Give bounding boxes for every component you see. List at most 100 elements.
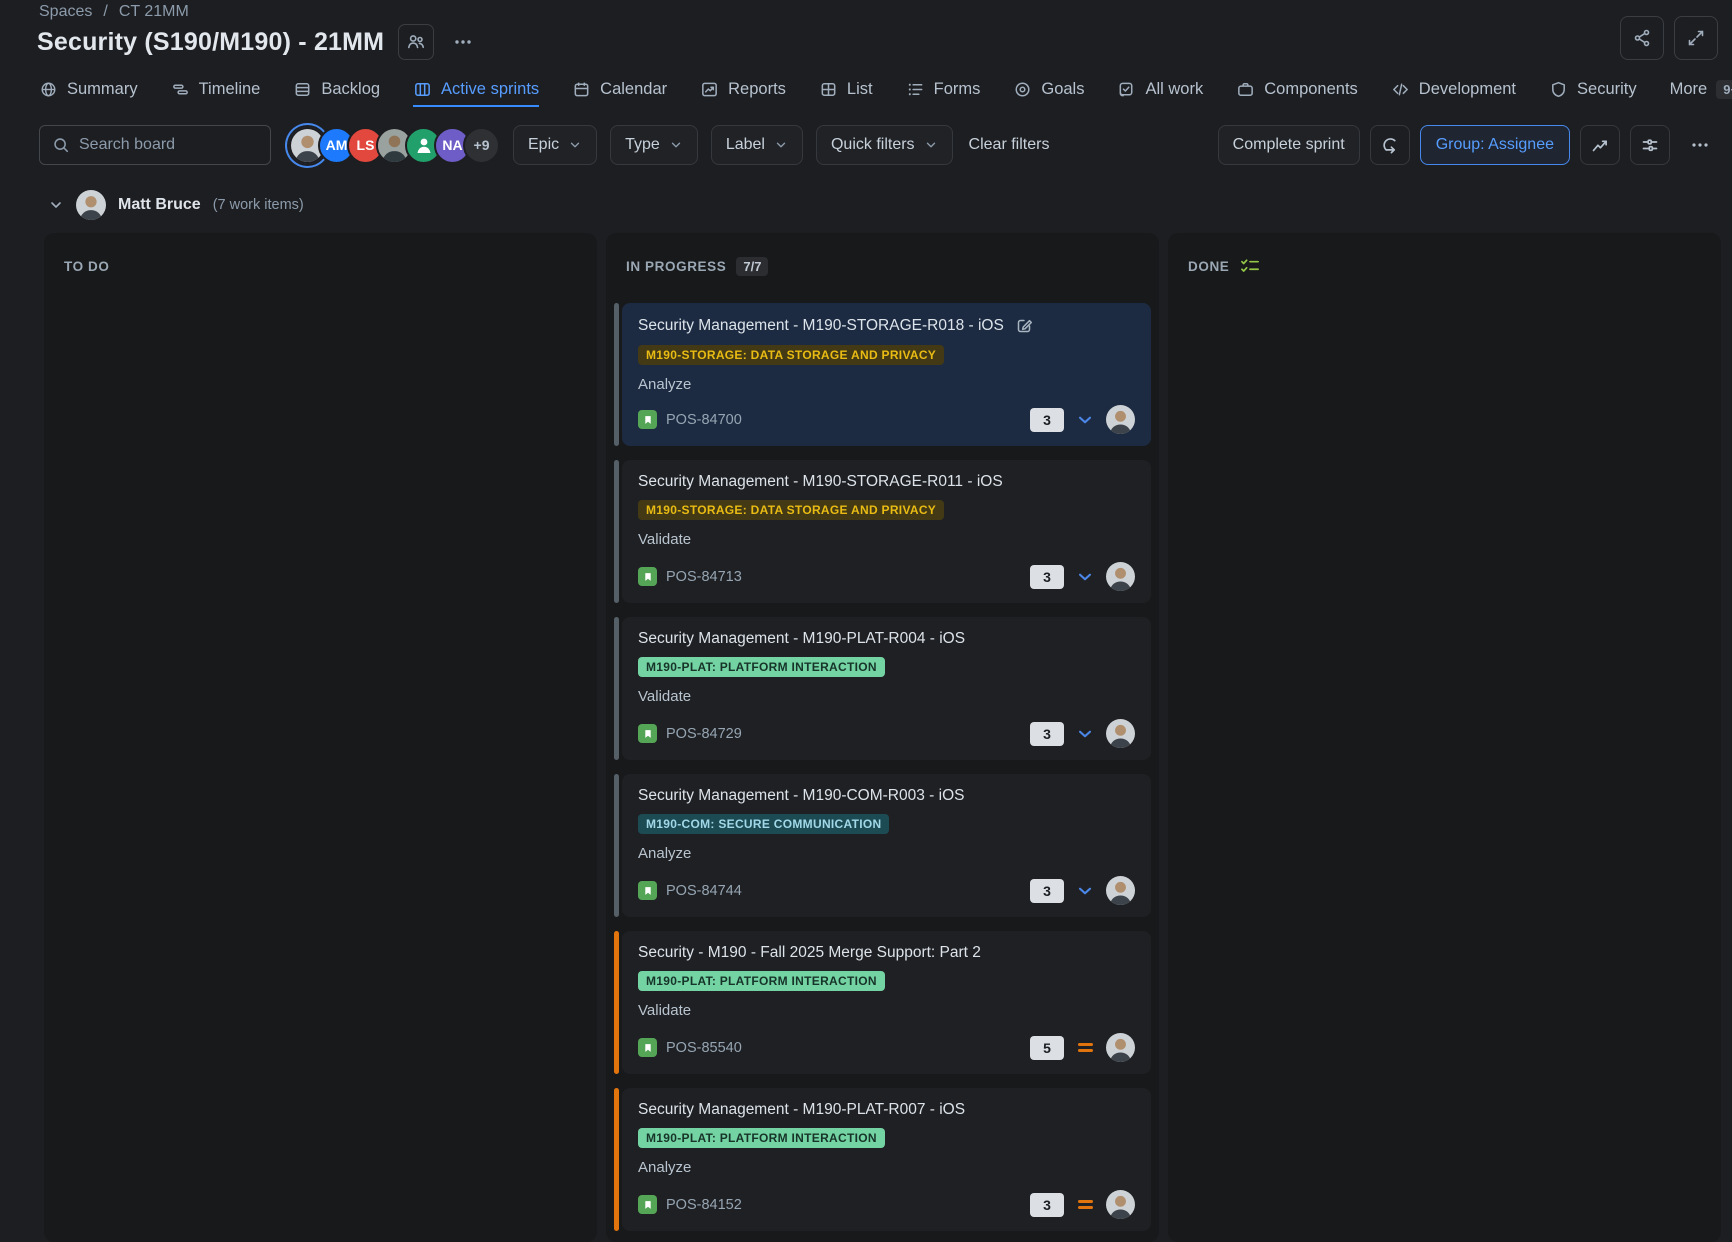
story-type-icon xyxy=(638,567,657,586)
tab-label: Calendar xyxy=(600,80,667,99)
tab-security[interactable]: Security xyxy=(1549,80,1637,107)
board-page: Spaces / CT 21MM Security (S190/M190) - … xyxy=(0,0,1732,1242)
tab-more[interactable]: More 9+ xyxy=(1670,80,1732,107)
edit-summary-button[interactable] xyxy=(1014,316,1034,336)
column-title: DONE xyxy=(1188,259,1229,274)
tab-label: All work xyxy=(1145,80,1203,99)
story-type-icon xyxy=(638,881,657,900)
card-status: Analyze xyxy=(638,376,1135,393)
label-filter-label: Label xyxy=(726,136,765,154)
breadcrumb-project[interactable]: CT 21MM xyxy=(119,3,189,21)
tab-list[interactable]: List xyxy=(819,80,873,107)
type-filter-button[interactable]: Type xyxy=(610,125,698,165)
group-by-button[interactable]: Group: Assignee xyxy=(1420,125,1570,165)
chevron-down-icon xyxy=(48,197,64,213)
board: TO DO IN PROGRESS 7/7 Security Managemen… xyxy=(44,233,1721,1242)
breadcrumb-spaces[interactable]: Spaces xyxy=(39,3,92,21)
issue-card[interactable]: Security Management - M190-PLAT-R004 - i… xyxy=(614,617,1151,760)
card-color-stripe xyxy=(614,774,619,917)
issue-card[interactable]: Security Management - M190-COM-R003 - iO… xyxy=(614,774,1151,917)
tab-summary[interactable]: Summary xyxy=(39,80,138,107)
quick-filters-label: Quick filters xyxy=(831,136,915,154)
swimlane-header[interactable]: Matt Bruce (7 work items) xyxy=(48,190,304,220)
story-type-icon xyxy=(638,410,657,429)
label-chip: M190-PLAT: PLATFORM INTERACTION xyxy=(638,971,885,991)
tab-label: Summary xyxy=(67,80,138,99)
tab-reports[interactable]: Reports xyxy=(700,80,786,107)
issue-card[interactable]: Security Management - M190-STORAGE-R011 … xyxy=(614,460,1151,603)
chevron-down-icon xyxy=(669,138,683,152)
card-title: Security - M190 - Fall 2025 Merge Suppor… xyxy=(638,944,981,962)
quick-filters-button[interactable]: Quick filters xyxy=(816,125,953,165)
expand-button[interactable] xyxy=(1674,16,1718,60)
tab-development[interactable]: Development xyxy=(1391,80,1516,107)
tab-label: Backlog xyxy=(321,80,380,99)
tab-timeline[interactable]: Timeline xyxy=(171,80,261,107)
tab-label: Active sprints xyxy=(441,80,539,99)
card-title: Security Management - M190-PLAT-R004 - i… xyxy=(638,630,965,648)
tab-active-sprints[interactable]: Active sprints xyxy=(413,80,539,107)
avatar-filter-stack: AM LS NA +9 xyxy=(289,127,500,164)
tab-all-work[interactable]: All work xyxy=(1117,80,1203,107)
type-filter-label: Type xyxy=(625,136,660,154)
label-filter-button[interactable]: Label xyxy=(711,125,803,165)
card-assignee-avatar[interactable] xyxy=(1106,562,1135,591)
card-assignee-avatar[interactable] xyxy=(1106,719,1135,748)
epic-filter-button[interactable]: Epic xyxy=(513,125,597,165)
issue-card[interactable]: Security Management - M190-STORAGE-R018 … xyxy=(614,303,1151,446)
people-icon xyxy=(406,32,426,52)
label-chip: M190-STORAGE: DATA STORAGE AND PRIVACY xyxy=(638,500,944,520)
sprint-cycle-button[interactable] xyxy=(1370,125,1410,165)
tab-label: Goals xyxy=(1041,80,1084,99)
share-button[interactable] xyxy=(1620,16,1664,60)
chevron-down-icon xyxy=(924,138,938,152)
toolbar-right: Complete sprint Group: Assignee xyxy=(1218,125,1720,165)
card-assignee-avatar[interactable] xyxy=(1106,1033,1135,1062)
tab-components[interactable]: Components xyxy=(1236,80,1358,107)
title-row: Security (S190/M190) - 21MM xyxy=(37,24,478,60)
insights-button[interactable] xyxy=(1580,125,1620,165)
tab-backlog[interactable]: Backlog xyxy=(293,80,380,107)
card-footer: POS-85540 5 xyxy=(638,1033,1135,1062)
code-icon xyxy=(1391,80,1410,99)
tab-calendar[interactable]: Calendar xyxy=(572,80,667,107)
chevron-down-icon xyxy=(568,138,582,152)
person-icon xyxy=(414,135,434,155)
tab-label: Forms xyxy=(934,80,981,99)
card-assignee-avatar[interactable] xyxy=(1106,405,1135,434)
label-chip: M190-STORAGE: DATA STORAGE AND PRIVACY xyxy=(638,345,944,365)
people-button[interactable] xyxy=(398,24,434,60)
card-surface: Security Management - M190-COM-R003 - iO… xyxy=(622,774,1151,917)
avatar-overflow[interactable]: +9 xyxy=(463,127,500,164)
chart-trend-icon xyxy=(700,80,719,99)
issue-key: POS-85540 xyxy=(666,1040,742,1056)
board-columns-icon xyxy=(413,80,432,99)
search-box[interactable] xyxy=(39,125,271,165)
card-footer: POS-84713 3 xyxy=(638,562,1135,591)
issue-card[interactable]: Security Management - M190-PLAT-R007 - i… xyxy=(614,1088,1151,1231)
issue-card[interactable]: Security - M190 - Fall 2025 Merge Suppor… xyxy=(614,931,1151,1074)
card-status: Analyze xyxy=(638,845,1135,862)
title-more-button[interactable] xyxy=(448,27,478,57)
board-more-button[interactable] xyxy=(1680,125,1720,165)
complete-sprint-button[interactable]: Complete sprint xyxy=(1218,125,1360,165)
card-assignee-avatar[interactable] xyxy=(1106,1190,1135,1219)
search-input[interactable] xyxy=(79,136,258,154)
card-status: Validate xyxy=(638,531,1135,548)
priority-medium-icon xyxy=(1075,1043,1095,1052)
story-points-badge: 5 xyxy=(1030,1036,1064,1060)
story-points-badge: 3 xyxy=(1030,565,1064,589)
priority-low-icon xyxy=(1075,411,1095,429)
tab-forms[interactable]: Forms xyxy=(906,80,981,107)
tab-label: Timeline xyxy=(199,80,261,99)
column-header: TO DO xyxy=(52,241,589,289)
ellipsis-icon xyxy=(1690,135,1710,155)
card-assignee-avatar[interactable] xyxy=(1106,876,1135,905)
work-item-count: (7 work items) xyxy=(213,197,304,213)
view-settings-button[interactable] xyxy=(1630,125,1670,165)
clear-filters-button[interactable]: Clear filters xyxy=(969,136,1050,154)
ellipsis-icon xyxy=(453,32,473,52)
checkbox-icon xyxy=(1117,80,1136,99)
card-status: Analyze xyxy=(638,1159,1135,1176)
tab-goals[interactable]: Goals xyxy=(1013,80,1084,107)
